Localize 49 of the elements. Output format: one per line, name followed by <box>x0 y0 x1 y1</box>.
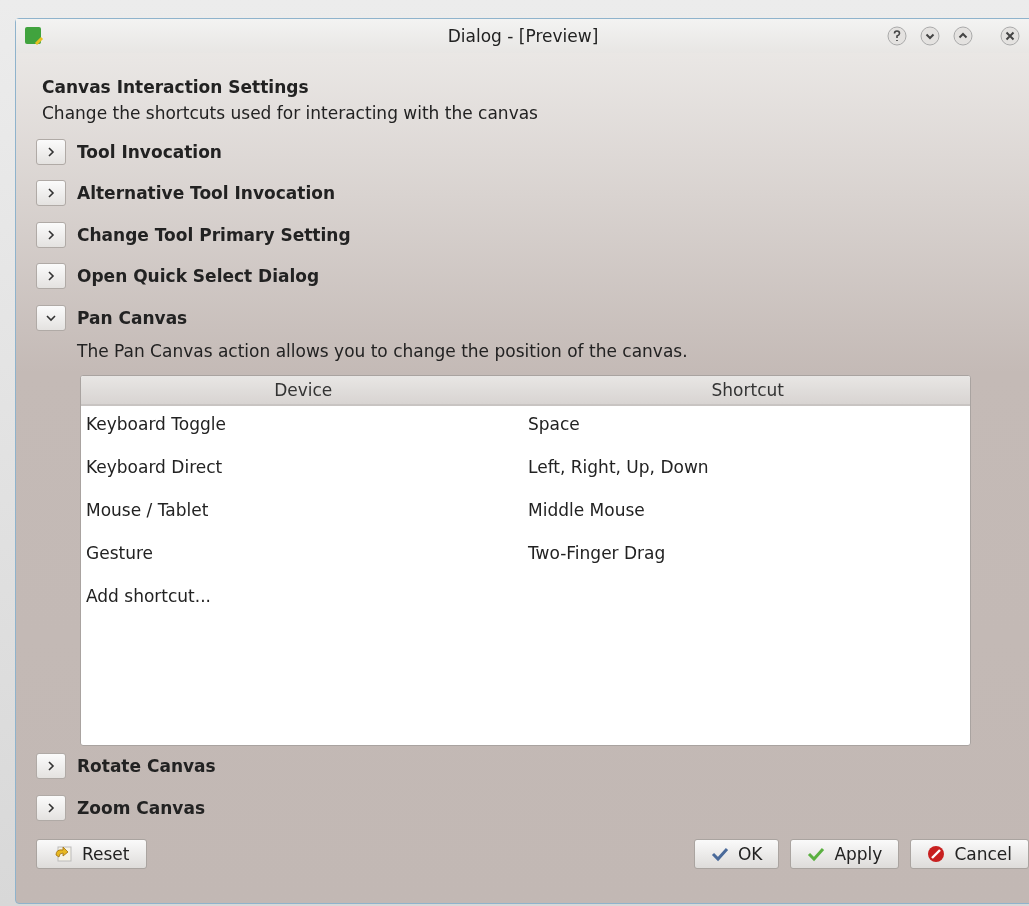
help-icon[interactable] <box>887 26 907 46</box>
table-cell: Two-Finger Drag <box>528 542 666 563</box>
expand-button[interactable] <box>36 304 66 331</box>
checkmark-icon <box>710 845 729 862</box>
table-cell: Left, Right, Up, Down <box>528 456 709 477</box>
table-cell: Keyboard Toggle <box>86 413 226 434</box>
expand-button[interactable] <box>36 180 66 207</box>
expand-button[interactable] <box>36 263 66 290</box>
checkmark-icon <box>807 845 826 862</box>
chevron-right-icon <box>47 145 55 158</box>
app-icon <box>24 26 44 46</box>
section-description: The Pan Canvas action allows you to change the position of the canvas. <box>77 340 689 361</box>
table-cell: Keyboard Direct <box>86 456 223 477</box>
close-icon[interactable] <box>1000 26 1020 46</box>
expand-button[interactable] <box>36 138 66 165</box>
chevron-right-icon <box>47 228 55 241</box>
reset-button[interactable]: Reset <box>36 838 147 869</box>
column-header[interactable]: Shortcut <box>525 375 970 404</box>
table-cell: Middle Mouse <box>528 499 645 520</box>
column-header[interactable]: Device <box>81 375 526 404</box>
cancel-button[interactable]: Cancel <box>910 838 1029 869</box>
table-cell: Space <box>528 413 580 434</box>
maximize-icon[interactable] <box>953 26 973 46</box>
chevron-right-icon <box>47 187 55 200</box>
section-label[interactable]: Tool Invocation <box>77 141 222 162</box>
section-label[interactable]: Pan Canvas <box>77 307 188 328</box>
table-cell: Gesture <box>86 542 153 563</box>
chevron-right-icon <box>47 270 55 283</box>
undo-icon <box>53 844 73 863</box>
chevron-down-icon <box>45 313 57 322</box>
ok-button[interactable]: OK <box>693 838 780 869</box>
expand-button[interactable] <box>36 794 66 821</box>
section-label[interactable]: Rotate Canvas <box>77 756 216 777</box>
section-label[interactable]: Zoom Canvas <box>77 797 206 818</box>
window-title: Dialog - [Preview] <box>447 26 599 46</box>
cancel-icon <box>927 844 946 863</box>
expand-button[interactable] <box>36 221 66 248</box>
minimize-icon[interactable] <box>920 26 940 46</box>
section-label[interactable]: Change Tool Primary Setting <box>77 224 351 245</box>
settings-description: Change the shortcuts used for interacting with the canvas <box>42 103 539 123</box>
expand-button[interactable] <box>36 753 66 780</box>
table-cell: Mouse / Tablet <box>86 499 209 520</box>
table-cell: Add shortcut... <box>86 585 211 606</box>
chevron-right-icon <box>47 760 55 773</box>
section-label[interactable]: Open Quick Select Dialog <box>77 266 320 287</box>
chevron-right-icon <box>47 801 55 814</box>
settings-heading: Canvas Interaction Settings <box>42 77 310 97</box>
section-label[interactable]: Alternative Tool Invocation <box>77 183 335 204</box>
apply-button[interactable]: Apply <box>790 838 900 869</box>
